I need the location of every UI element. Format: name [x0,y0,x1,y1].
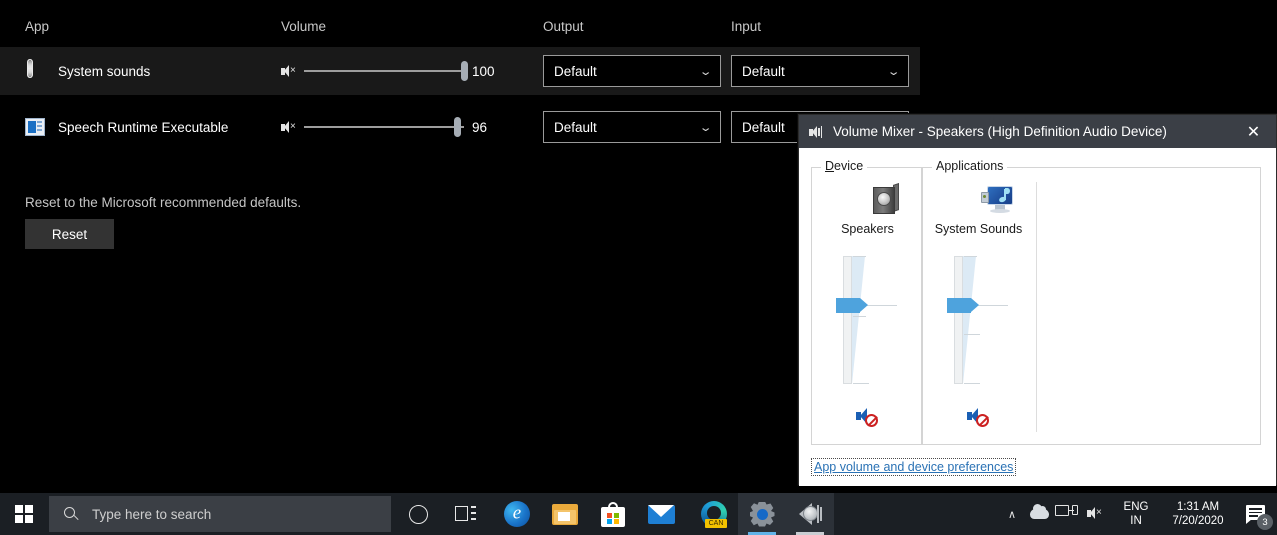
network-icon[interactable] [1053,493,1083,535]
reset-button[interactable]: Reset [25,219,114,249]
edge-logo-icon [504,501,530,527]
task-view-glyph-icon [455,505,477,523]
speaker-mute-icon[interactable]: × [281,64,296,79]
application-channel-system-sounds: System Sounds [923,168,1034,446]
taskbar: Type here to search CAN [0,493,1277,535]
slider-center-line [866,305,897,306]
volume-slider-thumb [461,61,468,81]
column-headers: App Volume Output Input [0,19,1277,41]
output-device-dropdown[interactable]: Default ⌄ [543,111,721,143]
volume-mixer-icon[interactable] [786,493,834,535]
output-device-value: Default [554,63,597,79]
app-volume-device-preferences-link[interactable]: App volume and device preferences [811,458,1017,476]
column-header-input: Input [731,19,762,34]
search-input[interactable]: Type here to search [49,496,391,532]
app-volume-row[interactable]: Speech Runtime Executable × 96 Default ⌄… [0,103,920,151]
volume-value: 96 [472,119,488,135]
channel-separator [1036,182,1037,432]
reset-description: Reset to the Microsoft recommended defau… [25,195,302,210]
applications-group: Applications System Sounds [922,159,1261,446]
clock[interactable]: 1:31 AM 7/20/2020 [1159,493,1237,535]
language-bottom-label: IN [1130,515,1142,527]
edge-icon[interactable] [493,493,541,535]
envelope-icon [647,504,675,524]
store-bag-icon [601,501,625,527]
app-volume-row[interactable]: System sounds × 100 Default ⌄ Default ⌄ [0,47,920,95]
edge-canary-icon[interactable]: CAN [690,493,738,535]
language-top-label: ENG [1123,501,1149,513]
volume-slider[interactable] [304,61,468,81]
show-hidden-icons-chevron-up-icon[interactable]: ∧ [999,493,1025,535]
edge-canary-logo-icon: CAN [701,501,727,528]
volume-value: 100 [472,63,495,79]
volume-slider[interactable] [304,117,464,137]
app-name-label: System sounds [58,63,151,79]
volume-control-group: × 96 [281,103,498,151]
output-device-dropdown[interactable]: Default ⌄ [543,55,721,87]
speaker-icon [808,124,824,140]
mute-speaker-icon[interactable] [855,406,881,428]
canary-badge-label: CAN [705,519,727,528]
mixer-link-container: App volume and device preferences [811,458,1017,476]
cortana-circle-icon [408,504,428,524]
volume-mixer-titlebar[interactable]: Volume Mixer - Speakers (High Definition… [799,115,1276,148]
column-header-app: App [25,19,50,34]
volume-mixer-body: Device Speakers Applications System Soun… [799,148,1276,486]
slider-center-line [977,305,1008,306]
volume-mute-icon[interactable]: × [1083,493,1113,535]
speaker-mute-icon[interactable]: × [281,120,296,135]
chevron-down-icon: ⌄ [886,65,901,78]
language-indicator[interactable]: ENG IN [1113,493,1159,535]
mute-speaker-icon[interactable] [966,406,992,428]
settings-icon[interactable] [738,493,786,535]
clock-date: 7/20/2020 [1172,515,1224,527]
speaker-cone-icon [797,502,824,526]
speakers-label: Speakers [841,222,894,236]
task-view-icon[interactable] [442,493,490,535]
volume-slider-thumb [454,117,461,137]
slider-rail [842,256,852,384]
volume-control-group: × 100 [281,47,498,95]
notification-count-badge: 3 [1257,514,1273,530]
speech-runtime-icon [25,116,47,138]
mail-icon[interactable] [637,493,685,535]
volume-mixer-window: Volume Mixer - Speakers (High Definition… [798,114,1277,486]
speakers-volume-slider[interactable] [835,256,901,384]
system-tray: ∧ × ENG IN 1:31 AM 7/20/2020 3 [999,493,1277,535]
onedrive-icon[interactable] [1025,493,1053,535]
system-sounds-slider-thumb[interactable] [946,298,979,313]
column-header-output: Output [543,19,584,34]
folder-icon [552,503,578,525]
slider-rail [953,256,963,384]
system-sounds-icon [25,59,47,82]
app-identity: System sounds [25,47,150,95]
chevron-down-icon: ⌄ [698,121,713,134]
file-explorer-icon[interactable] [541,493,589,535]
cortana-icon[interactable] [394,493,442,535]
close-icon[interactable]: ✕ [1231,115,1276,148]
search-placeholder: Type here to search [92,506,212,522]
speakers-slider-thumb[interactable] [835,298,868,313]
system-sounds-label: System Sounds [934,222,1023,236]
app-name-label: Speech Runtime Executable [58,119,229,135]
input-device-dropdown[interactable]: Default ⌄ [731,55,909,87]
slider-ticks [963,256,1010,384]
windows-logo-icon [15,505,33,523]
microsoft-store-icon[interactable] [589,493,637,535]
gear-icon [749,501,775,527]
volume-mixer-title: Volume Mixer - Speakers (High Definition… [833,124,1167,139]
clock-time: 1:31 AM [1176,501,1220,513]
system-sounds-volume-slider[interactable] [946,256,1012,384]
output-device-value: Default [554,119,597,135]
start-button[interactable] [0,493,48,535]
app-identity: Speech Runtime Executable [25,103,228,151]
device-channel-speakers: Speakers [812,168,923,446]
chevron-down-icon: ⌄ [698,65,713,78]
action-center-icon[interactable]: 3 [1237,493,1277,535]
input-device-value: Default [742,63,785,79]
column-header-volume: Volume [281,19,327,34]
device-group: Device Speakers [811,159,923,446]
slider-ticks [852,256,899,384]
search-icon [64,506,79,522]
